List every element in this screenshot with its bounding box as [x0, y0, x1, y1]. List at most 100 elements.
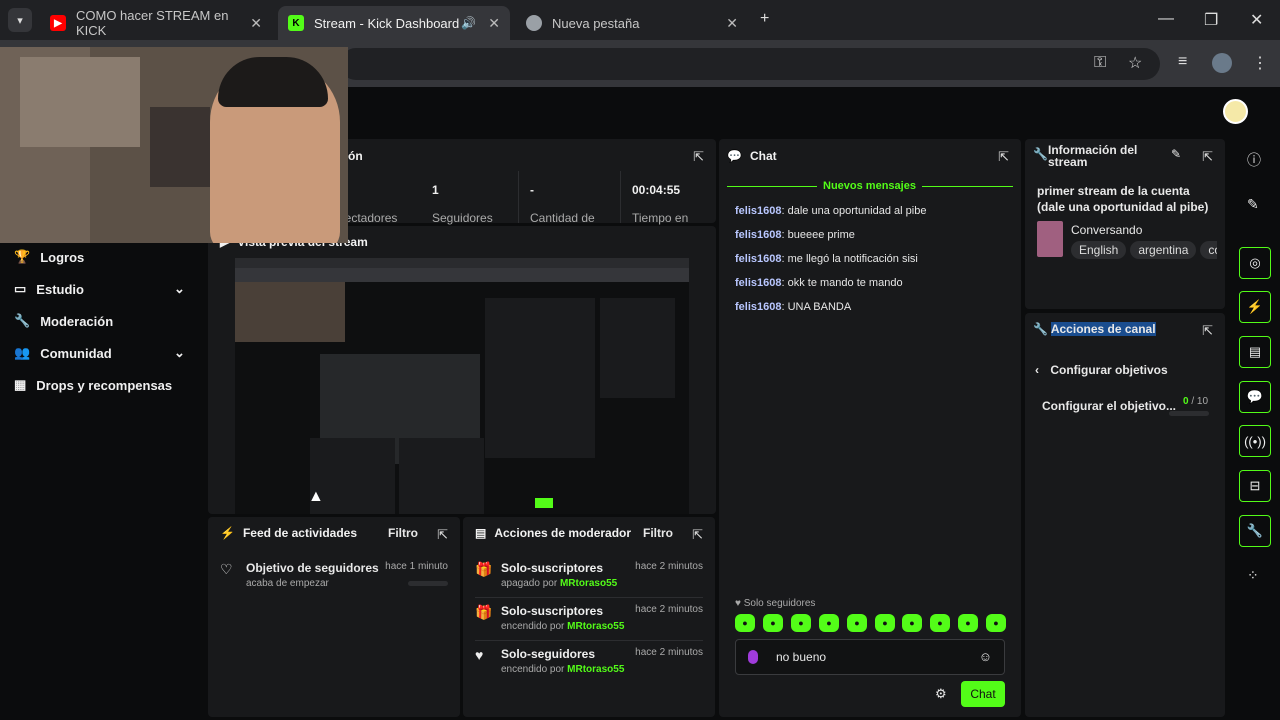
filter-button[interactable]: Filtro	[643, 526, 673, 540]
emote-icon[interactable]: ●	[902, 614, 922, 632]
tag-pill[interactable]: argentina	[1130, 241, 1197, 259]
emote-icon[interactable]: ●	[958, 614, 978, 632]
chevron-down-icon: ⌄	[174, 345, 185, 360]
tab-new-tab[interactable]: Nueva pestaña ✕	[516, 6, 748, 40]
emote-icon[interactable]: ●	[930, 614, 950, 632]
bolt-icon[interactable]: ⚡	[1239, 291, 1271, 323]
emoji-icon[interactable]: ☺	[979, 649, 992, 664]
tag-list: Englishargentinaco	[1071, 241, 1217, 261]
youtube-icon: ▶	[50, 15, 66, 31]
key-icon[interactable]: ⚿	[1094, 54, 1106, 72]
star-icon[interactable]: ☆	[1128, 53, 1142, 73]
chat-text: me llegó la notificación sisi	[787, 253, 918, 265]
chat-icon: 💬	[727, 149, 742, 163]
mod-action-user[interactable]: MRtoraso55	[567, 664, 624, 675]
popout-icon[interactable]: ⇱	[692, 527, 703, 543]
back-button[interactable]: ‹ Configurar objetivos	[1035, 363, 1168, 377]
chat-settings-icon[interactable]: ⚙	[935, 686, 947, 702]
profile-avatar[interactable]	[1212, 53, 1232, 73]
goal-label[interactable]: Configurar el objetivo...	[1042, 399, 1176, 413]
chat-message: felis1608: dale una oportunidad al pibe	[735, 205, 927, 217]
emote-icon[interactable]: ●	[875, 614, 895, 632]
mod-action-row: ♥ Solo-seguidores encendido por MRtoraso…	[475, 647, 703, 689]
popout-icon[interactable]: ⇱	[437, 527, 448, 543]
stream-preview-video[interactable]	[235, 258, 689, 514]
address-input[interactable]	[340, 48, 1160, 80]
edit-icon[interactable]: ✎	[1247, 196, 1259, 213]
emote-icon[interactable]: ●	[986, 614, 1006, 632]
wrench-icon: 🔧	[14, 313, 31, 328]
close-icon[interactable]: ✕	[250, 15, 262, 32]
chat-input-text[interactable]: no bueno	[776, 650, 826, 664]
sidebar-item-logros[interactable]: 🏆 Logros	[14, 249, 84, 265]
more-icon[interactable]: ⁘	[1247, 567, 1259, 584]
tab-youtube[interactable]: ▶ COMO hacer STREAM en KICK ✕	[40, 6, 272, 40]
sidebar-item-estudio[interactable]: ▭ Estudio ⌄	[14, 281, 204, 297]
mod-action-time: hace 2 minutos	[635, 561, 703, 572]
new-tab-button[interactable]: +	[760, 10, 769, 28]
drops-icon: ▦	[14, 377, 27, 392]
minimize-button[interactable]: —	[1158, 10, 1174, 28]
mod-action-user[interactable]: MRtoraso55	[567, 621, 624, 632]
tab-title: Nueva pestaña	[552, 15, 640, 31]
filter-button[interactable]: Filtro	[388, 526, 418, 540]
maximize-button[interactable]: ❐	[1204, 10, 1218, 30]
category-name[interactable]: Conversando	[1071, 223, 1142, 237]
mod-action-time: hace 2 minutos	[635, 604, 703, 615]
popout-icon[interactable]: ⇱	[1202, 149, 1213, 165]
sidebar-item-moderacion[interactable]: 🔧 Moderación	[14, 313, 113, 329]
camera-icon[interactable]: ◎	[1239, 247, 1271, 279]
broadcast-icon[interactable]: ((•))	[1239, 425, 1271, 457]
chat-username[interactable]: felis1608	[735, 253, 781, 265]
new-messages-label: Nuevos mensajes	[817, 180, 922, 192]
emote-icon[interactable]: ●	[819, 614, 839, 632]
close-icon[interactable]: ✕	[726, 15, 738, 32]
chat-icon[interactable]: 💬	[1239, 381, 1271, 413]
community-icon: 👥	[14, 345, 31, 360]
sidebar-item-comunidad[interactable]: 👥 Comunidad ⌄	[14, 345, 204, 361]
mic-icon[interactable]	[748, 650, 758, 664]
back-label: Configurar objetivos	[1050, 363, 1168, 377]
chat-mode-label: ♥ Solo seguidores	[735, 598, 815, 609]
emote-icon[interactable]: ●	[735, 614, 755, 632]
gift-icon: 🎁	[475, 604, 493, 620]
emote-icon[interactable]: ●	[847, 614, 867, 632]
emote-icon[interactable]: ●	[763, 614, 783, 632]
chat-text: bueeee prime	[787, 229, 855, 241]
menu-icon[interactable]: ⋮	[1252, 53, 1268, 73]
chat-send-button[interactable]: Chat	[961, 681, 1005, 707]
chat-input-box[interactable]: no bueno ☺	[735, 639, 1005, 675]
chat-username[interactable]: felis1608	[735, 205, 781, 217]
tab-search-button[interactable]: ▾	[8, 8, 32, 32]
chat-username[interactable]: felis1608	[735, 301, 781, 313]
close-icon[interactable]: ✕	[488, 15, 500, 32]
mod-action-subtitle: encendido por MRtoraso55	[501, 664, 624, 675]
chat-username[interactable]: felis1608	[735, 229, 781, 241]
tag-pill[interactable]: English	[1071, 241, 1127, 259]
user-avatar[interactable]	[1223, 99, 1248, 124]
close-window-button[interactable]: ✕	[1250, 10, 1263, 30]
wrench-icon[interactable]: 🔧	[1239, 515, 1271, 547]
speaker-icon[interactable]: 🔊	[461, 16, 476, 30]
popout-icon[interactable]: ⇱	[1202, 323, 1213, 339]
layout-icon[interactable]: ⊟	[1239, 470, 1271, 502]
info-icon[interactable]: ⓘ	[1247, 150, 1261, 170]
document-icon[interactable]: ▤	[1239, 336, 1271, 368]
sidebar-item-drops[interactable]: ▦ Drops y recompensas	[14, 377, 172, 393]
edit-icon[interactable]: ✎	[1171, 147, 1181, 161]
tab-kick-dashboard[interactable]: K Stream - Kick Dashboard 🔊 ✕	[278, 6, 510, 40]
popout-icon[interactable]: ⇱	[998, 149, 1009, 165]
panel-title-text: Acciones de canal	[1050, 322, 1156, 336]
tag-pill[interactable]: co	[1200, 241, 1217, 259]
tab-title: Stream - Kick Dashboard	[314, 15, 460, 31]
activity-feed-panel: ⚡ Feed de actividades Filtro ⇱ ♡ Objetiv…	[208, 517, 460, 717]
panel-title: 💬 Chat	[727, 149, 777, 163]
media-icon[interactable]: ≡	[1178, 53, 1187, 71]
popout-icon[interactable]: ⇱	[693, 149, 704, 165]
chevron-down-icon: ⌄	[174, 281, 185, 296]
chat-username[interactable]: felis1608	[735, 277, 781, 289]
wrench-icon: 🔧	[1033, 147, 1048, 161]
emote-icon[interactable]: ●	[791, 614, 811, 632]
list-icon: ▤	[475, 526, 487, 540]
mod-action-user[interactable]: MRtoraso55	[560, 578, 617, 589]
